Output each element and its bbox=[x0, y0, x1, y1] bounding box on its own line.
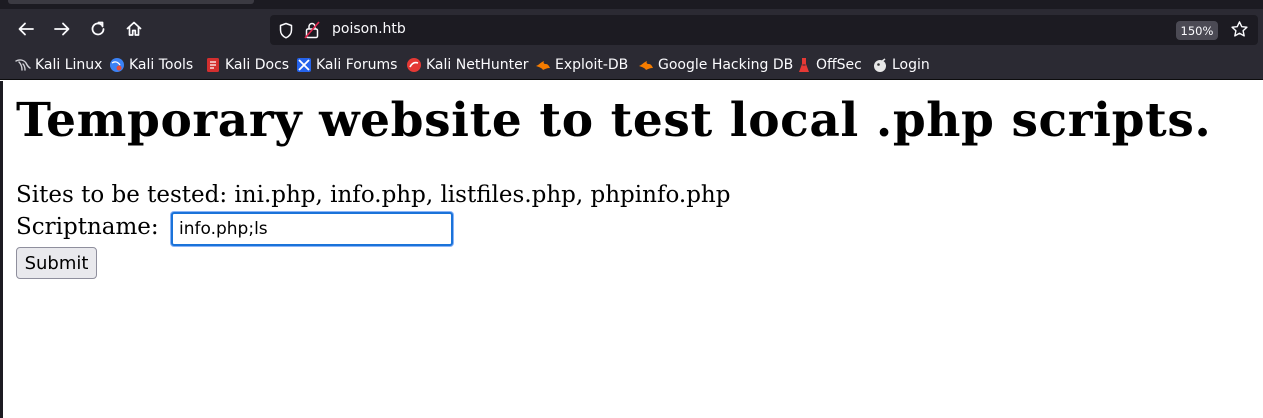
shield-icon[interactable] bbox=[278, 22, 294, 39]
active-tab[interactable] bbox=[8, 0, 254, 4]
bookmark-label: Kali Docs bbox=[225, 57, 290, 73]
arrow-right-icon bbox=[54, 22, 70, 36]
bookmark-label: Kali Tools bbox=[129, 57, 194, 73]
home-icon bbox=[126, 21, 142, 36]
bookmarks-toolbar: Kali Linux Kali Tools Kali Docs Kali For… bbox=[0, 49, 1263, 80]
bookmark-kali-nethunter[interactable]: Kali NetHunter bbox=[406, 56, 528, 74]
forward-button[interactable] bbox=[48, 15, 76, 43]
reload-button[interactable] bbox=[84, 15, 112, 43]
bookmark-label: Kali Forums bbox=[316, 57, 398, 73]
kali-docs-icon bbox=[205, 57, 221, 73]
sites-list-text: Sites to be tested: ini.php, info.php, l… bbox=[16, 182, 731, 208]
bookmark-label: OffSec bbox=[816, 57, 862, 73]
home-button[interactable] bbox=[120, 15, 148, 43]
back-button[interactable] bbox=[12, 15, 40, 43]
page-title: Temporary website to test local .php scr… bbox=[16, 93, 1212, 148]
bookmark-label: Exploit-DB bbox=[555, 57, 629, 73]
submit-button[interactable]: Submit bbox=[16, 247, 97, 279]
kali-tools-icon bbox=[109, 57, 125, 73]
exploit-db-icon bbox=[535, 57, 551, 73]
nethunter-icon bbox=[406, 57, 422, 73]
bookmark-kali-linux[interactable]: Kali Linux bbox=[15, 56, 102, 74]
bookmark-label: Kali NetHunter bbox=[426, 57, 529, 73]
ghdb-icon bbox=[638, 57, 654, 73]
scriptname-label: Scriptname: bbox=[16, 214, 159, 240]
bookmark-kali-forums[interactable]: Kali Forums bbox=[296, 56, 397, 74]
bookmark-login[interactable]: Login bbox=[872, 56, 930, 74]
bookmark-label: Google Hacking DB bbox=[658, 57, 794, 73]
url-text[interactable]: poison.htb bbox=[332, 21, 406, 37]
page-content: Temporary website to test local .php scr… bbox=[0, 81, 1263, 418]
kali-dragon-icon bbox=[15, 57, 31, 73]
bookmark-google-hacking-db[interactable]: Google Hacking DB bbox=[638, 56, 793, 74]
offsec-icon bbox=[796, 57, 812, 73]
bookmark-label: Kali Linux bbox=[35, 57, 103, 73]
bookmark-kali-tools[interactable]: Kali Tools bbox=[109, 56, 193, 74]
zoom-level-badge[interactable]: 150% bbox=[1176, 21, 1218, 40]
bookmark-exploit-db[interactable]: Exploit-DB bbox=[535, 56, 628, 74]
reload-icon bbox=[91, 21, 105, 36]
navigation-toolbar: poison.htb 150% bbox=[0, 9, 1263, 49]
bookmark-label: Login bbox=[892, 57, 930, 73]
bookmark-offsec[interactable]: OffSec bbox=[796, 56, 862, 74]
lock-icon[interactable] bbox=[304, 21, 320, 39]
star-icon[interactable] bbox=[1230, 20, 1249, 39]
bookmark-kali-docs[interactable]: Kali Docs bbox=[205, 56, 289, 74]
kali-forums-icon bbox=[296, 57, 312, 73]
login-icon bbox=[872, 57, 888, 73]
arrow-left-icon bbox=[18, 22, 34, 36]
address-bar[interactable]: poison.htb 150% bbox=[270, 15, 1258, 45]
tab-strip bbox=[0, 0, 1263, 9]
scriptname-input[interactable] bbox=[171, 212, 453, 246]
